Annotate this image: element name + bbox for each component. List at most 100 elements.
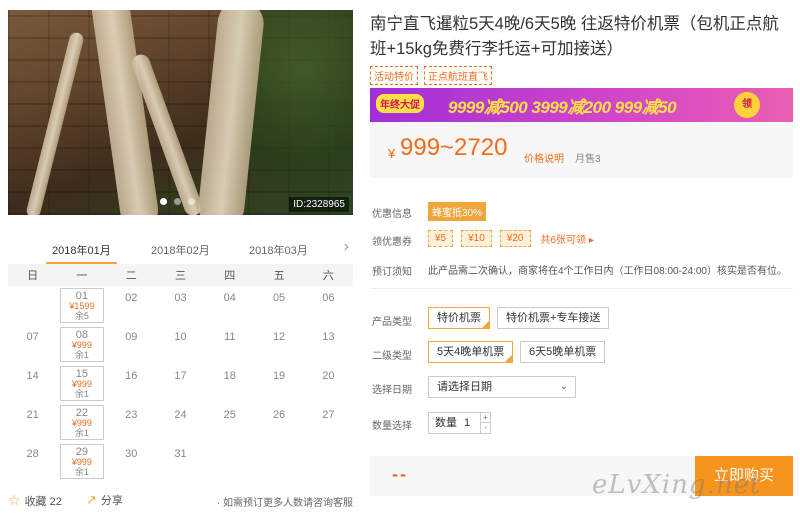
image-id-label: ID:2328965 [289, 197, 349, 212]
share-icon: ↗ [86, 492, 97, 507]
calendar: 日一二三四五六 01 ¥1599 余5 02 03 04 05 06 07 08 ¥999 余1 09 1… [8, 264, 353, 481]
calendar-day-available[interactable]: 15 ¥999 余1 [60, 366, 104, 401]
carousel-dots[interactable] [160, 198, 195, 205]
star-icon: ☆ [8, 492, 21, 508]
quantity-value[interactable]: 1 [464, 413, 470, 433]
month-tabs: 2018年01月 2018年02月 2018年03月 › [8, 236, 353, 266]
weekday-label: 五 [273, 270, 285, 282]
carousel-dot[interactable] [160, 198, 167, 205]
calendar-day [304, 442, 353, 481]
calendar-day [205, 442, 254, 481]
tab-month-1[interactable]: 2018年01月 [46, 242, 117, 264]
date-select[interactable]: 请选择日期 ⌄ [428, 376, 576, 398]
day-number: 18 [223, 370, 236, 382]
chevron-right-icon[interactable]: › [344, 238, 349, 256]
product-title: 南宁直飞暹粒5天4晚/6天5晚 往返特价机票（包机正点航班+15kg免费行李托运… [370, 15, 779, 58]
product-tags: 活动特价 正点航班直飞 [370, 66, 492, 85]
promo-banner[interactable]: 年终大促 9999减500 3999减200 999减50 领 [370, 88, 793, 122]
promo-badge: 年终大促 [376, 94, 424, 113]
carousel-dot[interactable] [188, 198, 195, 205]
calendar-day: 17 [156, 364, 205, 403]
day-remaining: 余1 [74, 350, 89, 360]
calendar-weekday-header: 日一二三四五六 [8, 264, 353, 286]
calendar-day-available[interactable]: 08 ¥999 余1 [60, 327, 104, 362]
sub-type-label: 二级类型 [372, 351, 412, 362]
calendar-day: 06 [304, 286, 353, 325]
day-number: 14 [26, 370, 39, 382]
day-number: 05 [272, 292, 286, 304]
day-number: 12 [272, 331, 286, 343]
calendar-day: 28 [8, 442, 57, 481]
weekday-label: 二 [125, 270, 137, 282]
currency-symbol: ¥ [388, 146, 396, 161]
calendar-day: 26 [254, 403, 303, 442]
calendar-day: 20 [304, 364, 353, 403]
weekday-label: 三 [174, 270, 186, 282]
coupon-more-link[interactable]: 共6张可领 ▸ [541, 231, 594, 246]
favorite-button[interactable]: ☆ 收藏 22 [8, 492, 62, 509]
calendar-day: 24 [156, 403, 205, 442]
day-price: ¥1599 [69, 301, 95, 311]
option-sub-5d4n[interactable]: 5天4晚单机票 [428, 341, 514, 363]
calendar-day: 14 [8, 364, 57, 403]
calendar-day-available[interactable]: 22 ¥999 余1 [60, 405, 104, 440]
product-photo[interactable]: ID:2328965 [8, 10, 353, 215]
tab-month-3[interactable]: 2018年03月 [249, 242, 308, 258]
weekday-label: 四 [224, 270, 236, 282]
calendar-day-available[interactable]: 29 ¥999 余1 [60, 444, 104, 479]
quantity-text: 数量 [435, 417, 457, 429]
claim-coin-icon[interactable]: 领 [734, 92, 760, 118]
day-number: 25 [223, 409, 236, 421]
calendar-day: 30 [107, 442, 156, 481]
day-price: ¥999 [71, 457, 92, 467]
day-number: 21 [26, 409, 39, 421]
social-bar: ☆ 收藏 22 ↗ 分享 · 如需预订更多人数请咨询客服 [8, 490, 353, 512]
day-number: 01 [75, 290, 89, 302]
day-number: 28 [26, 448, 39, 460]
product-type-label: 产品类型 [372, 317, 412, 328]
consult-tip[interactable]: · 如需预订更多人数请咨询客服 [217, 494, 353, 509]
quantity-stepper[interactable]: 数量 1 + - [428, 412, 491, 434]
tag-direct: 正点航班直飞 [424, 66, 492, 85]
day-price: ¥999 [71, 379, 92, 389]
coupon-10[interactable]: ¥10 [461, 230, 492, 247]
day-number: 07 [26, 331, 39, 343]
tab-month-2[interactable]: 2018年02月 [151, 242, 210, 258]
decrement-button[interactable]: - [480, 423, 490, 433]
coupon-5[interactable]: ¥5 [428, 230, 454, 247]
increment-button[interactable]: + [480, 413, 490, 423]
calendar-day: 02 [107, 286, 156, 325]
favorite-label: 收藏 22 [24, 496, 62, 508]
day-number: 16 [125, 370, 138, 382]
carousel-dot[interactable] [174, 198, 181, 205]
option-type-ticket[interactable]: 特价机票 [428, 307, 490, 329]
option-sub-6d5n[interactable]: 6天5晚单机票 [520, 341, 606, 363]
weekday-label: 一 [76, 270, 88, 282]
day-number: 04 [223, 292, 236, 304]
calendar-day: 12 [254, 325, 303, 364]
total-price: -- [392, 464, 408, 484]
calendar-day-available[interactable]: 01 ¥1599 余5 [60, 288, 104, 323]
calendar-day: 03 [156, 286, 205, 325]
calendar-grid: 01 ¥1599 余5 02 03 04 05 06 07 08 ¥999 余1 09 10 11 12 13 1… [8, 286, 353, 481]
discount-badge: 蜂蜜抵30% [428, 202, 487, 221]
day-number: 03 [174, 292, 187, 304]
price-range: 999~2720 [400, 134, 508, 161]
monthly-sales: 月售3 [575, 154, 601, 165]
quantity-label: 数量选择 [372, 421, 412, 432]
calendar-day: 25 [205, 403, 254, 442]
coupon-list: ¥5 ¥10 ¥20 共6张可领 ▸ [428, 230, 594, 247]
day-price: ¥999 [71, 340, 92, 350]
option-type-ticket-transfer[interactable]: 特价机票+专车接送 [497, 307, 610, 329]
day-number: 06 [322, 292, 335, 304]
day-number: 20 [322, 370, 335, 382]
calendar-day: 16 [107, 364, 156, 403]
divider [370, 288, 793, 289]
day-number: 26 [272, 409, 286, 421]
share-button[interactable]: ↗ 分享 [86, 492, 123, 508]
price-note-link[interactable]: 价格说明 [524, 150, 564, 165]
day-number: 29 [75, 446, 89, 458]
day-remaining: 余1 [74, 428, 89, 438]
day-number: 30 [125, 448, 138, 460]
coupon-20[interactable]: ¥20 [499, 230, 531, 247]
